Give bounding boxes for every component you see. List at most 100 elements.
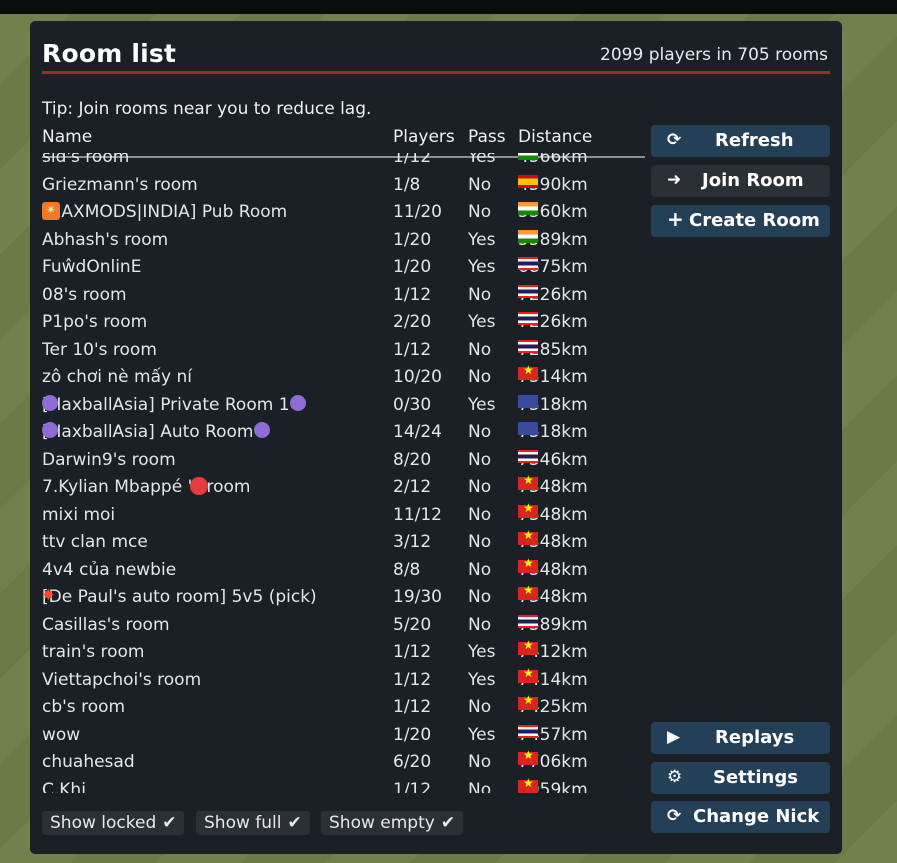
room-players: 5/20 [393, 614, 432, 635]
room-name: chuahesad [42, 752, 135, 772]
room-name: Griezmann's room [42, 175, 198, 195]
room-players: 11/20 [393, 202, 442, 222]
table-row[interactable]: zô chơi nè mấy ní 10/20 No 7314km [42, 363, 645, 394]
show-locked-label: Show locked [50, 813, 157, 833]
room-players: 1/12 [393, 642, 432, 662]
flag-icon-vn [518, 748, 538, 765]
table-row[interactable]: ttv clan mce 3/12 No 7348km [42, 528, 645, 559]
room-name: mixi moi [42, 505, 115, 525]
table-row[interactable]: Viettapchoi's room 1/12 Yes 7414km [42, 666, 645, 697]
room-players: 6/20 [393, 752, 432, 772]
flag-icon-in [518, 153, 538, 160]
room-players: 3/12 [393, 532, 432, 552]
room-distance: 7348km [518, 501, 588, 525]
column-header-distance[interactable]: Distance [518, 127, 592, 147]
room-password: No [468, 504, 492, 525]
room-distance: 7314km [518, 363, 588, 387]
table-row[interactable]: FuŵdOnlinE 1/20 Yes 6875km [42, 257, 645, 284]
room-password: No [468, 752, 492, 772]
flag-icon-vn [518, 666, 538, 683]
room-distance: 6875km [518, 257, 588, 277]
room-players: 2/12 [393, 477, 432, 497]
table-row[interactable]: [HaxballAsia] Auto Room 14/24 No 7318km [42, 422, 645, 449]
table-row[interactable]: Abhash's room 1/20 Yes 5589km [42, 229, 645, 257]
room-distance: 7318km [518, 394, 588, 415]
show-locked-toggle[interactable]: Show locked ✔ [42, 811, 185, 835]
room-name: zô chơi nè mấy ní [42, 367, 192, 387]
room-name: train's room [42, 642, 144, 662]
table-row[interactable]: Ter 10's room 1/12 No 7285km [42, 339, 645, 367]
room-players: 11/12 [393, 504, 442, 525]
table-row[interactable]: ✸ [De Paul's auto room] 5v5 (pick) 19/30 N… [42, 583, 645, 614]
replays-button[interactable]: ▶ Replays [651, 722, 830, 754]
room-name: 7.Kylian Mbappé 's room [42, 477, 250, 497]
table-row[interactable]: cb's room 1/12 No 7425km [42, 693, 645, 724]
room-name-text: 4v4 của newbie [42, 559, 177, 580]
table-row[interactable]: C.Khi 1/12 No 7959km [42, 776, 645, 794]
table-row[interactable]: [HaxballAsia] Private Room 1 0/30 Yes 7318… [42, 394, 645, 422]
room-name-text: train's room [42, 642, 145, 662]
room-password: No [468, 174, 492, 195]
room-players: 1/12 [393, 284, 432, 305]
table-row[interactable]: 7.Kylian Mbappé 's room 2/12 No 7348km [42, 473, 645, 504]
table-header: Name Players Pass Distance [42, 127, 645, 151]
show-empty-label: Show empty [329, 813, 435, 833]
room-players: 8/8 [393, 559, 421, 580]
room-name-text: FuŵdOnlinE [42, 257, 142, 277]
table-row[interactable]: 4v4 của newbie 8/8 No 7348km [42, 556, 645, 587]
title-divider [42, 71, 830, 74]
room-players: 1/20 [393, 257, 432, 277]
room-rows[interactable]: sid's room 1/12 Yes 4566km Griezmann's room 1… [42, 153, 645, 793]
top-bar [0, 0, 897, 14]
room-password: Yes [468, 394, 496, 415]
room-name-text: Ter 10's room [42, 339, 157, 360]
show-empty-toggle[interactable]: Show empty ✔ [321, 811, 464, 835]
room-name: sid's room [42, 153, 129, 167]
join-room-button[interactable]: ➜ Join Room [651, 165, 830, 197]
flag-icon-vn [518, 583, 538, 600]
room-distance: 5589km [518, 229, 588, 250]
room-distance: 7226km [518, 312, 588, 332]
change-nick-label: Change Nick [693, 806, 820, 827]
table-row[interactable]: Casillas's room 5/20 No 7389km [42, 614, 645, 642]
player-summary: 2099 players in 705 rooms [600, 45, 828, 65]
refresh-button[interactable]: ⟳ Refresh [651, 125, 830, 157]
table-row[interactable]: Darwin9's room 8/20 No 7346km [42, 449, 645, 477]
room-players: 1/12 [393, 697, 432, 717]
room-password: No [468, 284, 492, 305]
create-room-button[interactable]: + Create Room [651, 205, 830, 237]
room-players: 1/12 [393, 779, 432, 794]
room-name: FuŵdOnlinE [42, 257, 141, 277]
column-header-pass[interactable]: Pass [468, 127, 506, 147]
flag-icon-th [518, 339, 538, 353]
room-distance: 4590km [518, 174, 588, 195]
room-password: Yes [468, 257, 496, 277]
show-full-toggle[interactable]: Show full ✔ [196, 811, 310, 835]
settings-button[interactable]: ⚙ Settings [651, 762, 830, 794]
flag-icon-th [518, 257, 538, 270]
table-row[interactable]: sid's room 1/12 Yes 4566km [42, 153, 645, 174]
table-row[interactable]: wow 1/20 Yes 7457km [42, 724, 645, 752]
table-row[interactable]: train's room 1/12 Yes 7412km [42, 638, 645, 669]
room-name: ttv clan mce [42, 532, 148, 552]
room-distance: 7348km [518, 556, 588, 580]
change-nick-button[interactable]: ⟳ Change Nick [651, 801, 830, 833]
room-players: 1/12 [393, 669, 432, 690]
column-header-players[interactable]: Players [393, 127, 455, 147]
column-header-name[interactable]: Name [42, 127, 92, 147]
flag-icon-vn [518, 363, 538, 380]
table-row[interactable]: chuahesad 6/20 No 7706km [42, 748, 645, 779]
room-table: Name Players Pass Distance sid's room 1/1… [42, 127, 645, 793]
purple-circle-emoji [42, 394, 58, 411]
play-icon: ▶ [667, 727, 681, 747]
show-full-label: Show full [204, 813, 282, 833]
room-name: Abhash's room [42, 230, 168, 250]
table-row[interactable]: Griezmann's room 1/8 No 4590km [42, 174, 645, 202]
table-row[interactable]: mixi moi 11/12 No 7348km [42, 501, 645, 532]
room-distance: 7348km [518, 583, 588, 607]
table-row[interactable]: ✴ [HAXMODS|INDIA] Pub Room 11/20 No 5360km [42, 202, 645, 229]
flag-icon-vn [518, 501, 538, 518]
table-row[interactable]: 08's room 1/12 No 7226km [42, 284, 645, 312]
table-row[interactable]: P1po's room 2/20 Yes 7226km [42, 312, 645, 339]
room-name: Darwin9's room [42, 450, 176, 470]
